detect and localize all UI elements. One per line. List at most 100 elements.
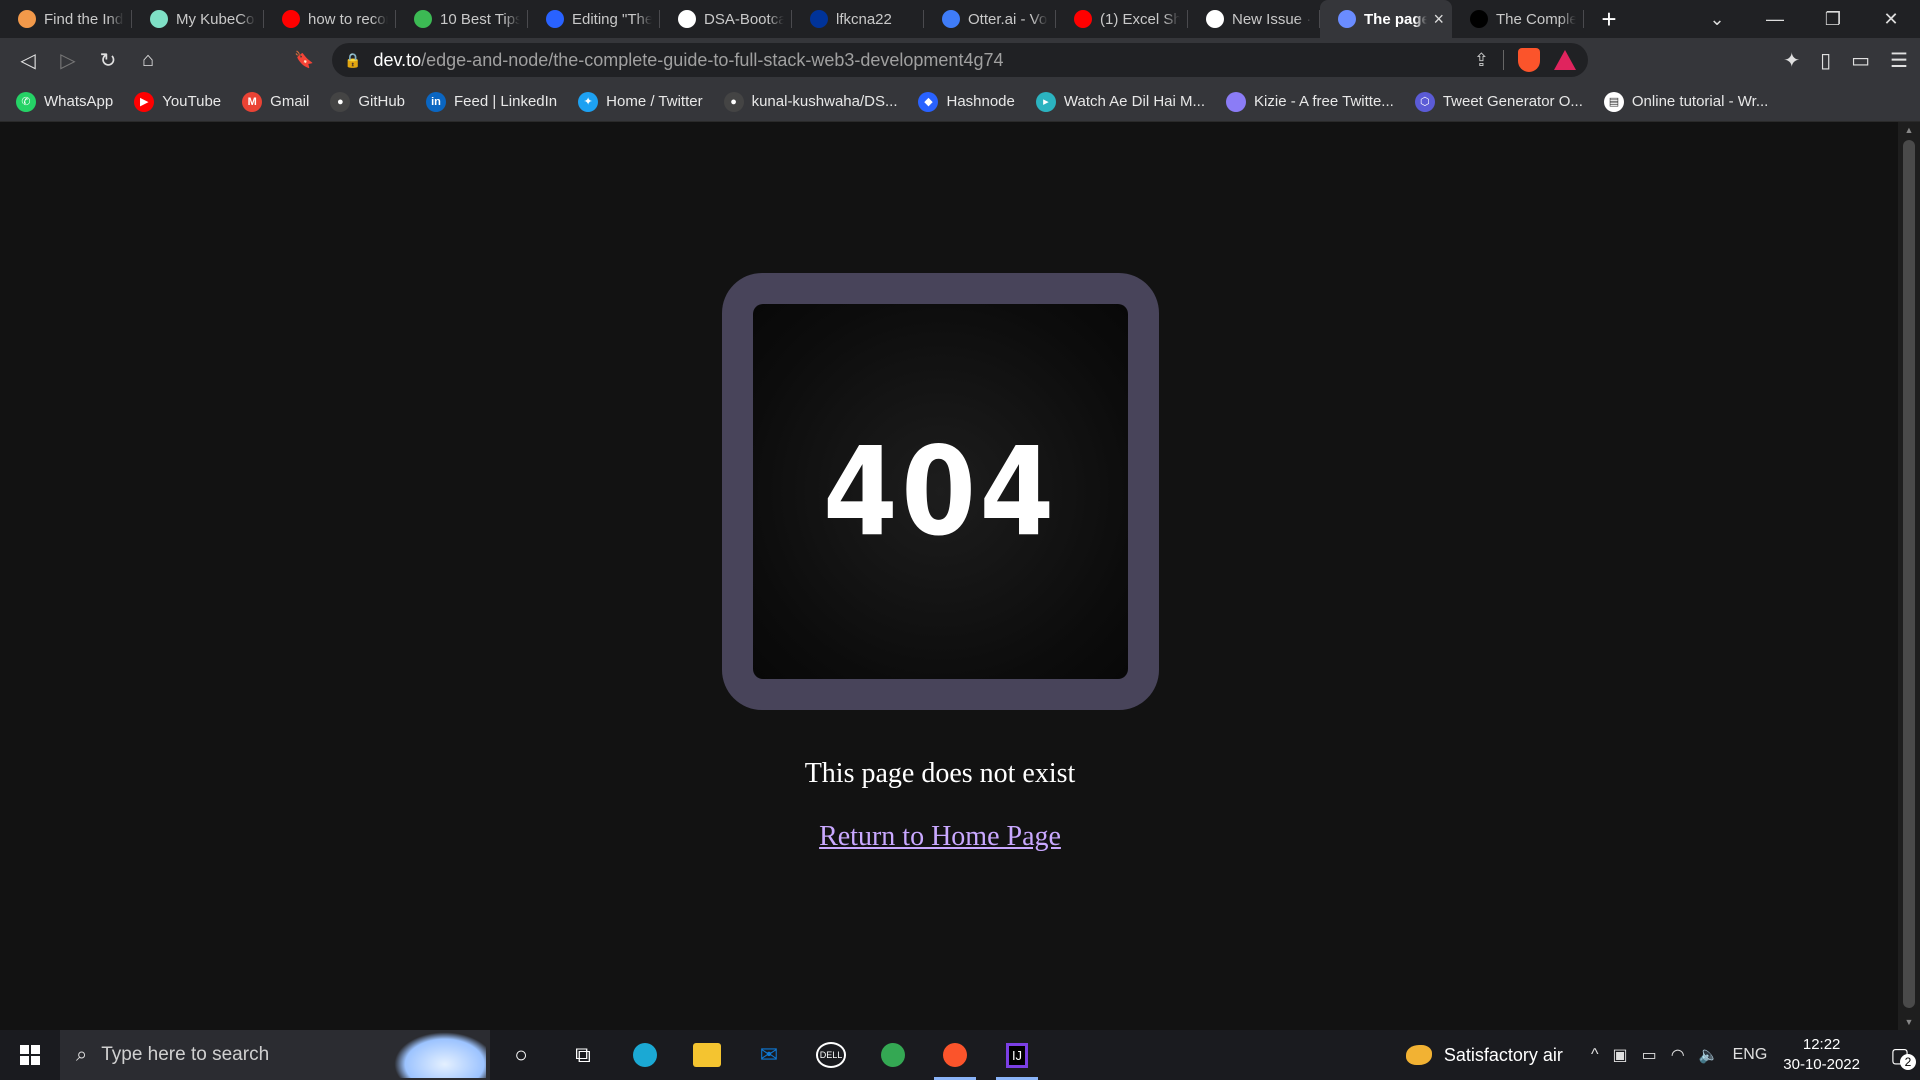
search-placeholder: Type here to search [101,1044,270,1065]
bookmark-item[interactable]: ◆ Hashnode [918,91,1015,112]
reload-button[interactable]: ↻ [88,40,128,80]
whatsapp-icon: ✆ [16,91,36,112]
browser-tab[interactable]: Find the Inde [0,0,132,38]
wallet-icon[interactable]: ▭ [1851,48,1870,73]
show-hidden-icons-chevron[interactable]: ^ [1591,1046,1599,1064]
bookmark-label: Watch Ae Dil Hai M... [1063,93,1206,110]
taskbar-app-edge[interactable] [614,1030,676,1080]
bookmark-label: Hashnode [946,93,1015,110]
tab-title: The page [1364,10,1428,28]
restore-button[interactable]: ❐ [1804,0,1862,38]
bookmark-label: Gmail [270,93,310,110]
browser-tab[interactable]: how to recor [264,0,396,38]
wifi-icon[interactable]: ◠ [1671,1045,1685,1065]
meet-now-icon[interactable]: ▣ [1612,1045,1627,1065]
url-host: dev.to [373,49,422,70]
bookmark-label: WhatsApp [44,93,114,110]
taskbar-app-task-view[interactable]: ⧉ [552,1030,614,1080]
taskbar-app-chrome[interactable] [862,1030,924,1080]
bookmark-item[interactable]: ▶ YouTube [134,91,221,112]
browser-tab[interactable]: Editing "The [528,0,660,38]
browser-toolbar: ◁ ▷ ↻ ⌂ 🔖 🔒 dev.to/edge-and-node/the-com… [0,38,1920,82]
notification-center-button[interactable]: ▢ 2 [1880,1043,1920,1070]
lock-icon[interactable]: 🔒 [344,52,361,69]
bookmark-item[interactable]: ⬡ Tweet Generator O... [1414,91,1583,112]
address-bar[interactable]: 🔒 dev.to/edge-and-node/the-complete-guid… [332,43,1588,77]
start-button[interactable] [0,1030,60,1080]
brave-rewards-icon[interactable] [1554,50,1576,70]
return-home-link[interactable]: Return to Home Page [0,821,1880,853]
bookmark-item[interactable]: M Gmail [242,91,310,112]
menu-icon[interactable]: ☰ [1890,48,1908,73]
browser-tab[interactable]: The Complet [1452,0,1584,38]
bookmark-item[interactable]: ▤ Online tutorial - Wr... [1603,91,1769,112]
hexagon-icon: ⬡ [1414,91,1435,112]
linux-foundation-icon [810,10,828,28]
search-highlight-art [394,1032,486,1078]
linkedin-icon: in [426,91,447,112]
volume-icon[interactable]: 🔈 [1699,1045,1719,1065]
bookmark-item[interactable]: ✦ Home / Twitter [578,91,703,112]
scroll-down-arrow[interactable]: ▼ [1903,1016,1915,1028]
bookmark-label: Tweet Generator O... [1442,93,1583,110]
vertical-scrollbar[interactable]: ▲ ▼ [1898,122,1920,1030]
bookmark-item[interactable]: Kizie - A free Twitte... [1226,91,1394,112]
bookmark-item[interactable]: ▸ Watch Ae Dil Hai M... [1035,91,1206,112]
taskbar-search[interactable]: ⌕ Type here to search [60,1030,490,1080]
forward-button[interactable]: ▷ [48,40,88,80]
extensions-icon[interactable]: ✦ [1783,48,1800,73]
github-icon: ● [330,91,351,112]
taskbar-app-file-explorer[interactable] [676,1030,738,1080]
browser-tab[interactable]: DSA-Bootcar [660,0,792,38]
taskbar-app-mail[interactable]: ✉ [738,1030,800,1080]
taskbar-app-intellij[interactable]: IJ [986,1030,1048,1080]
bookmark-item[interactable]: ✆ WhatsApp [16,91,114,112]
bookmark-icon[interactable]: 🔖 [284,40,324,80]
browser-tab[interactable]: 10 Best Tips [396,0,528,38]
scroll-up-arrow[interactable]: ▲ [1903,124,1915,136]
tab-title: (1) Excel She [1100,10,1180,28]
browser-tab[interactable]: lfkcna22 [792,0,924,38]
tab-search-button[interactable]: ⌄ [1688,0,1746,38]
bookmark-item[interactable]: ● GitHub [330,91,405,112]
divider [1503,50,1504,70]
browser-tab[interactable]: Otter.ai - Voi [924,0,1056,38]
error-message: This page does not exist [804,758,1076,789]
taskbar-app-dell[interactable]: DELL [800,1030,862,1080]
browser-tab[interactable]: My KubeCon [132,0,264,38]
brave-icon [943,1043,967,1067]
bookmark-item[interactable]: in Feed | LinkedIn [426,91,557,112]
browser-tab[interactable]: (1) Excel She [1056,0,1188,38]
hashnode-bolt-icon [18,10,36,28]
home-button[interactable]: ⌂ [128,40,168,80]
mail-icon: ✉ [759,1042,779,1067]
share-icon[interactable]: ⇪ [1474,50,1489,71]
back-button[interactable]: ◁ [8,40,48,80]
new-tab-button[interactable]: + [1584,0,1634,38]
youtube-icon: ▶ [134,91,155,112]
tab-title: Editing "The [572,10,652,28]
kubecon-icon [150,10,168,28]
tab-title: Otter.ai - Voi [968,10,1048,28]
scroll-thumb[interactable] [1903,140,1915,1008]
clock-date: 30-10-2022 [1783,1056,1860,1073]
chrome-icon [881,1043,905,1067]
edge-icon [633,1043,657,1067]
taskbar-app-cortana[interactable]: ○ [490,1030,552,1080]
weather-widget[interactable]: Satisfactory air [1405,1045,1563,1066]
language-indicator[interactable]: ENG [1733,1046,1768,1064]
bookmark-label: Online tutorial - Wr... [1631,93,1769,110]
sidebar-icon[interactable]: ▯ [1820,48,1831,73]
browser-tab[interactable]: The page × [1320,0,1452,38]
minimize-button[interactable]: — [1746,0,1804,38]
taskbar-app-brave[interactable] [924,1030,986,1080]
brave-shields-icon[interactable] [1518,48,1540,72]
error-card: 404 [722,273,1159,710]
close-window-button[interactable]: ✕ [1862,0,1920,38]
task-view-icon: ⧉ [575,1042,591,1067]
bookmark-item[interactable]: ● kunal-kushwaha/DS... [723,91,897,112]
close-tab-icon[interactable]: × [1433,9,1444,30]
battery-icon[interactable]: ▭ [1642,1045,1657,1065]
taskbar-clock[interactable]: 12:22 30-10-2022 [1783,1035,1860,1075]
browser-tab[interactable]: New Issue · c [1188,0,1320,38]
